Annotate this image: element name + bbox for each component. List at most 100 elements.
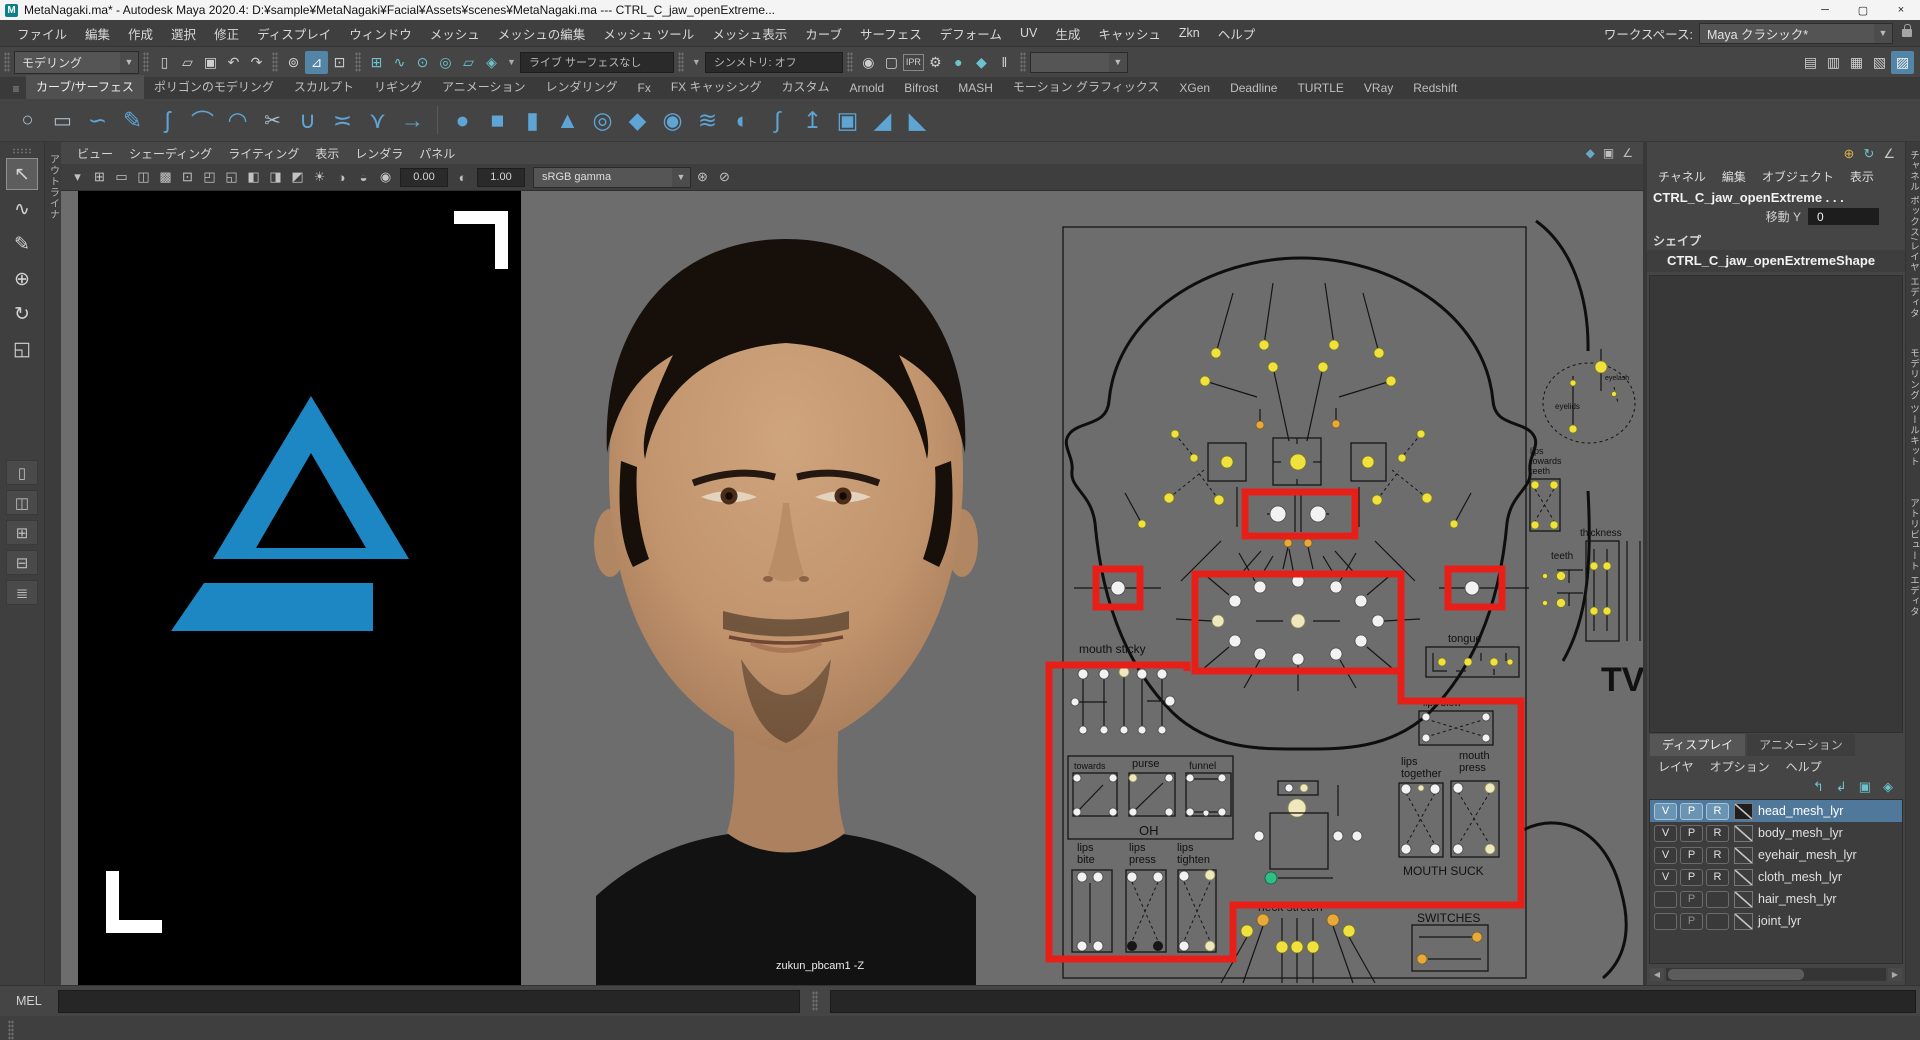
menu-surfaces[interactable]: サーフェス [851,24,931,43]
neck-stretch-controls[interactable]: neck stretch [1221,900,1375,983]
render-settings-icon[interactable]: ⚙ [924,51,947,74]
snap-grid-icon[interactable]: ⊞ [365,51,388,74]
hypershade-icon[interactable]: ● [947,51,970,74]
redo-icon[interactable]: ↷ [245,51,268,74]
drag-handle[interactable] [143,52,149,72]
nurbs-cone-icon[interactable]: ▲ [552,105,583,136]
tab-fx[interactable]: Fx [628,78,661,99]
close-button[interactable]: × [1882,0,1920,20]
tab-sculpt[interactable]: スカルプト [284,75,364,99]
reference-toggle[interactable]: R [1706,803,1729,820]
select-component-icon[interactable]: ⊡ [328,51,351,74]
facial-control-board[interactable]: mouth sticky towards purse f [1063,221,1643,983]
live-surface-field[interactable]: ライブ サーフェスなし [520,52,674,73]
layer-row[interactable]: V P R head_mesh_lyr [1650,800,1902,822]
scale-tool[interactable]: ◱ [7,334,37,364]
tab-custom[interactable]: カスタム [772,75,840,99]
outliner-side-tab[interactable]: アウトライナ [44,142,61,985]
menu-create[interactable]: 作成 [119,24,162,43]
hyperbolic-graph-icon[interactable]: ∠ [1883,146,1895,162]
modeling-toolkit-toggle-icon[interactable]: ▧ [1868,51,1891,74]
tab-curves-surfaces[interactable]: カーブ/サーフェス [26,75,144,99]
menu-mesh-tools[interactable]: メッシュ ツール [594,24,703,43]
help-menu[interactable]: ヘルプ [1779,758,1829,775]
gate-mask-icon[interactable]: ▩ [155,167,176,187]
layer-color-swatch[interactable] [1734,869,1753,886]
playback-toggle[interactable]: P [1680,847,1703,864]
menu-zkn[interactable]: Zkn [1170,26,1209,40]
character-set-icon[interactable]: ◆ [1586,146,1595,160]
xray-icon[interactable]: ⊘ [714,167,735,187]
render-region-icon[interactable]: ▢ [880,51,903,74]
layer-name[interactable]: joint_lyr [1758,914,1801,928]
menu-edit-mesh[interactable]: メッシュの編集 [489,24,595,43]
layout-two-pane-button[interactable]: ◫ [6,490,38,515]
drag-handle[interactable] [1020,52,1026,72]
layer-name[interactable]: head_mesh_lyr [1758,804,1843,818]
layout-four-pane-button[interactable]: ⊞ [6,520,38,545]
chevron-down-icon[interactable]: ▼ [688,57,705,67]
visibility-toggle[interactable]: V [1654,869,1677,886]
graph-icon[interactable]: ∠ [1622,146,1633,160]
drag-handle[interactable] [355,52,361,72]
mouth-sticky-controls[interactable]: mouth sticky [1071,642,1175,734]
safe-action-icon[interactable]: ◰ [199,167,220,187]
tab-rigging[interactable]: リギング [364,75,432,99]
bevel-plus-icon[interactable]: ◣ [902,105,933,136]
tab-rendering[interactable]: レンダリング [535,75,627,99]
reference-toggle[interactable] [1706,913,1729,930]
exposure-icon[interactable]: ◉ [375,167,396,187]
layer-name[interactable]: eyehair_mesh_lyr [1758,848,1857,862]
channels-menu[interactable]: チャネル [1651,168,1713,185]
layer-name[interactable]: body_mesh_lyr [1758,826,1843,840]
jaw-controls[interactable] [1254,781,1362,884]
select-tool[interactable]: ↖ [7,159,37,189]
exposure-field[interactable]: 0.00 [400,168,448,187]
select-object-icon[interactable]: ⊿ [305,51,328,74]
panel-menu-show[interactable]: 表示 [307,145,347,162]
tab-xgen[interactable]: XGen [1169,78,1220,99]
layer-row[interactable]: P hair_mesh_lyr [1650,888,1902,910]
drag-handle[interactable] [812,991,818,1011]
chevron-down-icon[interactable]: ▼ [120,52,138,73]
menu-uv[interactable]: UV [1011,26,1046,40]
grid-toggle-icon[interactable]: ⊞ [89,167,110,187]
gamma-selector[interactable]: sRGB gamma▼ [533,167,691,188]
tab-bifrost[interactable]: Bifrost [894,78,948,99]
make-live-icon[interactable]: ◈ [480,51,503,74]
mouth-suck-controls[interactable]: lips together mouth press MOUTH SUCK [1399,750,1499,878]
teeth-controls[interactable]: teeth [1543,551,1584,608]
eyelid-controls[interactable]: eyelids eyelash [1543,349,1635,443]
ipr-render-icon[interactable]: IPR [903,54,924,71]
tab-animation[interactable]: アニメーション [432,75,536,99]
viewport-canvas[interactable]: .dw{fill:#f2f2f2;stroke:#4a4a4a;stroke-w… [61,191,1643,985]
cut-curve-icon[interactable]: ✂ [257,105,288,136]
new-scene-icon[interactable]: ▯ [153,51,176,74]
channel-label[interactable]: 移動 Y [1766,208,1801,225]
tool-settings-toggle-icon[interactable]: ▥ [1822,51,1845,74]
paint-select-tool[interactable]: ✎ [7,229,37,259]
layout-single-pane-button[interactable]: ▯ [6,460,38,485]
channel-box-toggle-icon[interactable]: ▦ [1845,51,1868,74]
drag-handle[interactable] [678,52,684,72]
contrast-field[interactable]: 1.00 [477,168,525,187]
layer-color-swatch[interactable] [1734,803,1753,820]
drag-handle[interactable] [4,52,10,72]
switches-controls[interactable]: SWITCHES [1412,911,1488,971]
menu-display[interactable]: ディスプレイ [248,24,340,43]
layer-color-swatch[interactable] [1734,913,1753,930]
forehead-controls[interactable] [1200,283,1396,441]
chevron-down-icon[interactable]: ▼ [1874,24,1892,43]
move-layer-down-icon[interactable]: ↲ [1836,779,1847,795]
reference-toggle[interactable]: R [1706,825,1729,842]
snap-curve-icon[interactable]: ∿ [388,51,411,74]
manipulator-icon[interactable]: ⊕ [1844,146,1855,162]
chevron-down-icon[interactable]: ▼ [1109,53,1127,72]
visibility-toggle[interactable]: V [1654,825,1677,842]
menu-edit[interactable]: 編集 [76,24,119,43]
playback-toggle[interactable]: P [1680,803,1703,820]
detach-curves-icon[interactable]: ≍ [327,105,358,136]
move-tool[interactable]: ⊕ [7,264,37,294]
textured-icon[interactable]: ◩ [287,167,308,187]
channel-list-empty-area[interactable] [1649,275,1903,733]
